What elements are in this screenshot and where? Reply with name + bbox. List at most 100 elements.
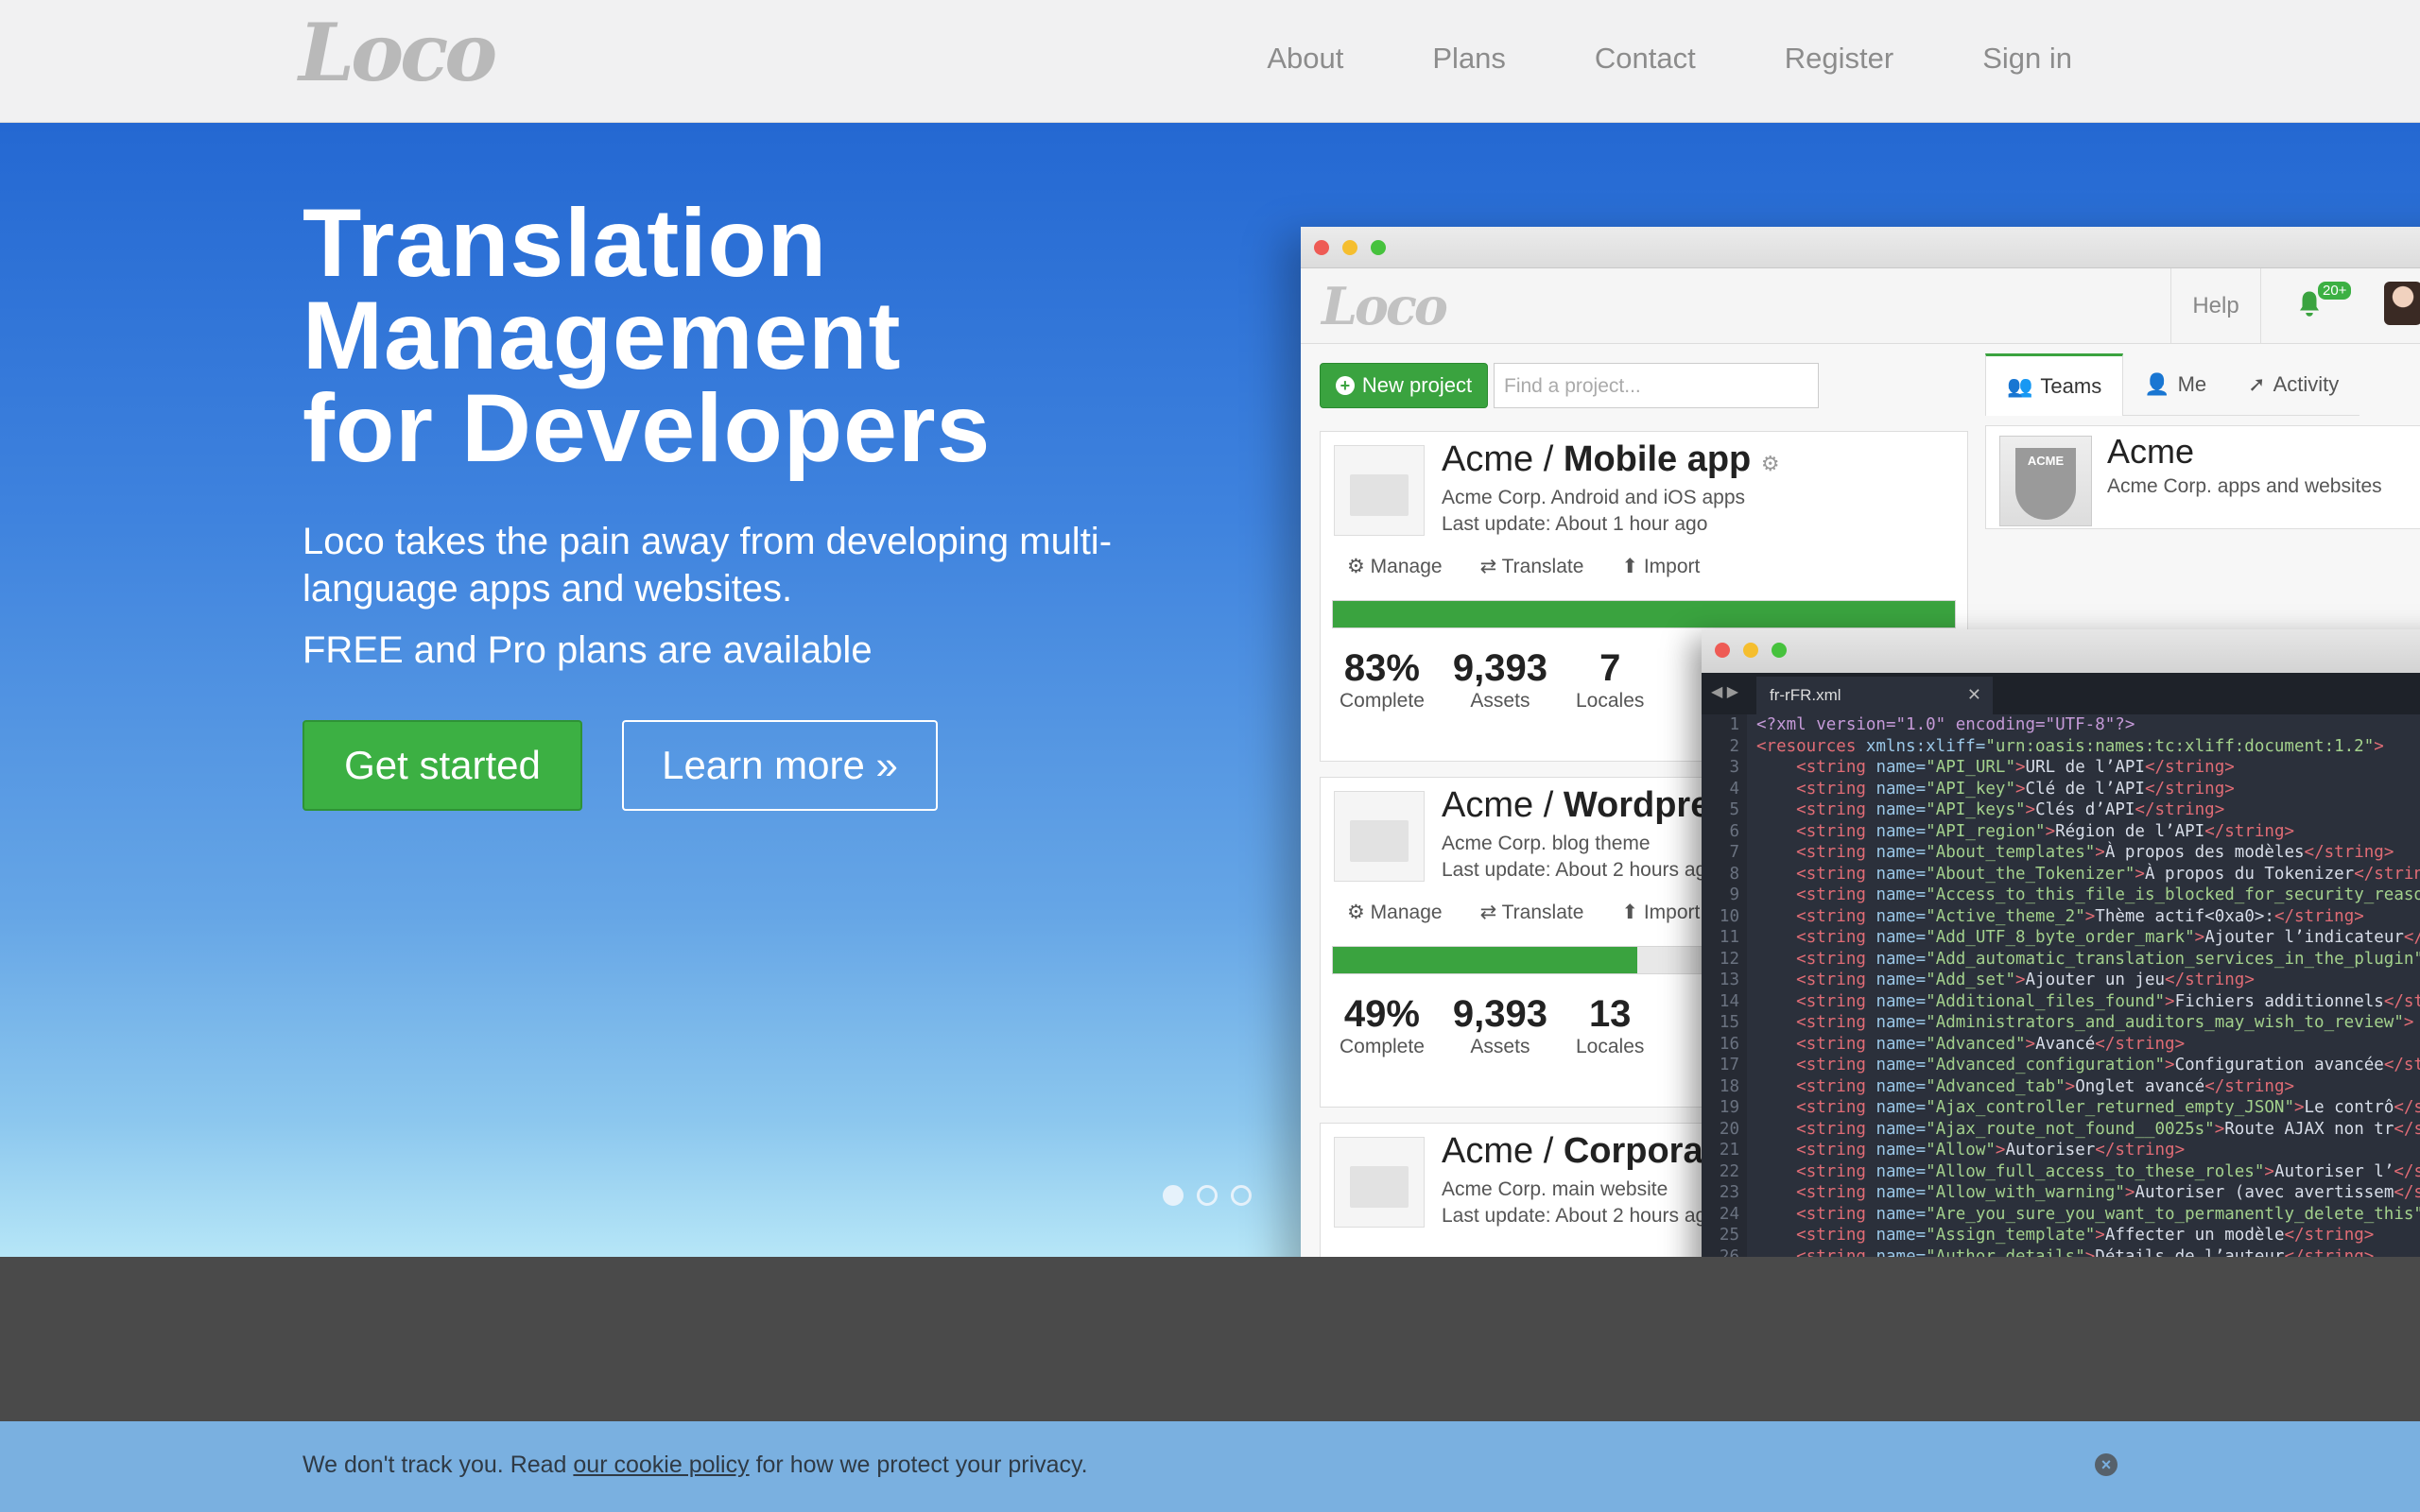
line-number: 5 [1729,800,1739,819]
project-desc: Acme Corp. Android and iOS apps [1442,487,1746,508]
rss-icon: ➚ [2248,371,2266,396]
stat-locales: 7 Locales [1576,647,1644,713]
file-tab-label: fr-rFR.xml [1770,686,1841,704]
avatar [2384,282,2420,325]
stat-label: Assets [1470,690,1530,712]
line-number: 21 [1719,1141,1739,1160]
project-updated: Last update: About 2 hours ago [1442,859,1718,881]
action-label: Import [1643,902,1701,923]
line-number: 16 [1719,1034,1739,1054]
code-line: <string name="Allow_with_warning">Autori… [1796,1183,2420,1202]
tab-label: Me [2177,371,2207,396]
stat-value: 13 [1588,993,1632,1035]
folder-icon [1334,1137,1425,1228]
project-desc: Acme Corp. main website [1442,1178,1668,1200]
nav-about[interactable]: About [1267,42,1343,76]
code-line: <string name="About_the_Tokenizer">À pro… [1796,864,2420,884]
get-started-button[interactable]: Get started [302,720,582,811]
folder-icon [1334,445,1425,536]
hero-section: Translation Management for Developers Lo… [0,123,2420,1257]
editor-file-tab: fr-rFR.xml ✕ [1756,677,1993,714]
project-actions: ⚙ Manage ⇄ Translate ⬆ Import [1347,901,1700,924]
line-number: 18 [1719,1076,1739,1096]
nav-plans[interactable]: Plans [1432,42,1506,76]
carousel-dot[interactable] [1231,1185,1252,1206]
project-updated: Last update: About 1 hour ago [1442,513,1708,535]
line-number: 11 [1719,928,1739,947]
import-action: ⬆ Import [1621,556,1701,577]
line-number: 3 [1729,758,1739,777]
close-icon[interactable]: × [2095,1453,2118,1476]
nav-arrows-icon: ◀ ▶ [1711,684,1739,700]
code-line: <string name="Administrators_and_auditor… [1796,1013,2414,1032]
tab-label: Activity [2273,371,2340,396]
help-link: Help [2170,268,2261,344]
code-line: <string name="API_keys">Clés d’API</stri… [1796,800,2225,819]
stat-label: Complete [1340,1036,1425,1057]
line-number: 26 [1719,1246,1739,1258]
code-editor-window: ◀ ▶ fr-rFR.xml ✕ 1 2 3 4 5 6 7 8 9 10 11 12 13 14 15 16… [1702,629,2420,1257]
window-titlebar [1301,227,2420,268]
line-number: 25 [1719,1226,1739,1245]
zoom-dot-icon [1371,240,1386,255]
editor-titlebar [1702,629,2420,673]
code-line: <string name="API_URL">URL de l’API</str… [1796,758,2235,777]
project-org: Acme / [1442,1131,1564,1171]
stat-locales: 13 Locales [1576,993,1644,1058]
nav-sign-in[interactable]: Sign in [1982,42,2072,76]
cookie-banner: We don't track you. Read our cookie poli… [0,1421,2420,1512]
code-line: <string name="Allow_full_access_to_these… [1796,1161,2420,1181]
translate-action: ⇄ Translate [1479,556,1584,577]
translate-action: ⇄ Translate [1479,902,1584,923]
new-project-button: + New project [1320,363,1488,408]
line-number: 15 [1719,1013,1739,1032]
code-line: <string name="Are_you_sure_you_want_to_p… [1796,1204,2420,1224]
code-line: <string name="Advanced_tab">Onglet avanc… [1796,1076,2295,1096]
window-controls [1715,643,1787,658]
nav-contact[interactable]: Contact [1595,42,1696,76]
code-line: <string name="About_templates">À propos … [1796,843,2394,862]
line-number: 13 [1719,971,1739,989]
cookie-policy-link[interactable]: our cookie policy [573,1452,749,1478]
stat-value: 9,393 [1452,993,1547,1035]
line-number: 20 [1719,1119,1739,1139]
code-line: <string name="Advanced">Avancé</string> [1796,1034,2186,1054]
user-icon: 👤 [2144,371,2170,396]
code-line: <string name="Add_set">Ajouter un jeu</s… [1796,971,2255,989]
notification-badge: 20+ [2318,282,2352,300]
app-header: Loco Help 20+ [1301,268,2420,344]
code-line: <string name="Additional_files_found">Fi… [1796,991,2420,1011]
hero-title: Translation Management for Developers [302,195,991,476]
carousel-dot[interactable] [1163,1185,1184,1206]
code-line: <string name="Add_UTF_8_byte_order_mark"… [1796,928,2420,947]
cookie-text: We don't track you. Read our cookie poli… [302,1452,1088,1479]
code-line: <string name="Access_to_this_file_is_blo… [1796,885,2420,904]
stat-complete: 49% Complete [1340,993,1425,1058]
site-logo[interactable]: Loco [299,6,497,99]
hero-title-line: Translation [302,189,828,297]
line-number: 24 [1719,1204,1739,1224]
action-label: Translate [1501,556,1584,577]
project-title: Acme / Mobile app ⚙ [1442,439,1780,480]
learn-more-button[interactable]: Learn more » [622,720,938,811]
stat-complete: 83% Complete [1340,647,1425,713]
minimize-dot-icon [1743,643,1758,658]
tab-teams: 👥 Teams [1985,353,2124,416]
gear-icon: ⚙ [1760,452,1780,475]
code-line: <string name="Ajax_controller_returned_e… [1796,1098,2420,1117]
action-label: Manage [1370,902,1443,923]
progress-fill [1333,947,1638,973]
project-updated: Last update: About 2 hours ago [1442,1205,1718,1227]
nav-register[interactable]: Register [1785,42,1893,76]
project-desc: Acme Corp. blog theme [1442,833,1651,854]
carousel-dot[interactable] [1197,1185,1218,1206]
team-desc: Acme Corp. apps and websites [2107,475,2382,497]
action-label: Manage [1370,556,1443,577]
team-name: Acme [2107,432,2195,471]
code-line: <string name="API_region">Région de l’AP… [1796,821,2295,841]
plus-icon: + [1335,376,1355,395]
project-name: Mobile app [1563,439,1752,479]
code-line: <string name="Active_theme_2">Thème acti… [1796,906,2364,926]
line-number: 1 [1729,715,1739,734]
line-number: 19 [1719,1098,1739,1117]
